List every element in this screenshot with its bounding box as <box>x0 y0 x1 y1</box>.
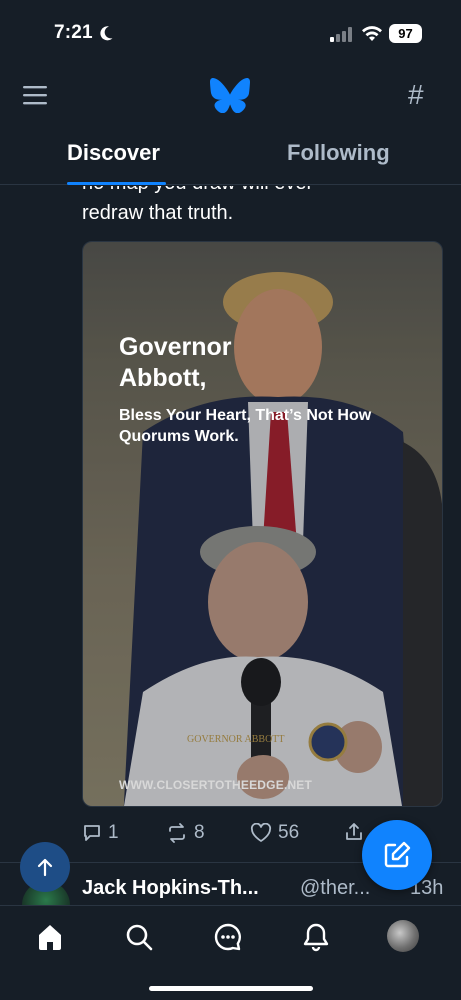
status-bar: 7:21 97 <box>0 0 461 66</box>
battery-indicator: 97 <box>389 24 422 43</box>
repost-count: 8 <box>194 822 205 843</box>
hash-icon[interactable]: # <box>408 80 424 110</box>
like-count: 56 <box>278 822 300 843</box>
active-tab-indicator <box>67 182 166 185</box>
post-text: no map you draw will ever redraw that tr… <box>0 186 461 246</box>
chat-icon <box>214 923 241 951</box>
post-text-line: redraw that truth. <box>82 202 234 224</box>
nav-notifications[interactable] <box>299 920 333 954</box>
moon-icon <box>100 26 113 41</box>
repost-button[interactable]: 8 <box>166 822 205 844</box>
butterfly-logo-icon[interactable] <box>210 78 250 113</box>
like-button[interactable]: 56 <box>250 822 299 844</box>
image-title: Governor Abbott, <box>119 333 232 392</box>
search-icon <box>126 924 153 951</box>
repost-icon <box>169 823 185 843</box>
scroll-to-top-button[interactable] <box>20 842 70 892</box>
hamburger-icon[interactable] <box>22 84 48 106</box>
image-overlay <box>83 242 442 806</box>
reply-icon <box>84 825 100 841</box>
tab-discover[interactable]: Discover <box>67 140 160 166</box>
image-url: WWW.CLOSERTOTHEEDGE.NET <box>119 778 313 792</box>
arrow-up-icon <box>37 858 53 877</box>
nav-search[interactable] <box>122 920 156 954</box>
share-icon <box>346 823 362 840</box>
profile-avatar[interactable] <box>387 920 419 952</box>
author-handle: @ther... <box>300 877 371 899</box>
wifi-icon <box>362 26 382 41</box>
heart-icon <box>250 823 272 842</box>
post-image[interactable]: GOVERNOR ABBOTT Governor Abbott, Bless Y… <box>82 241 443 807</box>
status-time: 7:21 <box>54 22 93 43</box>
image-subtitle: Bless Your Heart, That’s Not How Quorums… <box>119 407 372 445</box>
nav-chat[interactable] <box>211 920 245 954</box>
reply-count: 1 <box>108 822 119 843</box>
feed-tabs: Discover Following <box>0 130 461 185</box>
reply-button[interactable]: 1 <box>82 822 119 844</box>
share-button[interactable] <box>344 822 364 842</box>
signal-icon <box>330 27 352 42</box>
home-icon <box>39 925 61 950</box>
bell-icon <box>303 923 329 952</box>
author-name[interactable]: Jack Hopkins-Th... <box>82 877 259 900</box>
post-text-prev-line: no map you draw will ever <box>82 186 313 196</box>
home-indicator <box>149 986 313 991</box>
nav-home[interactable] <box>33 920 67 954</box>
tab-following[interactable]: Following <box>287 140 390 166</box>
compose-icon <box>384 841 411 868</box>
compose-button[interactable] <box>362 820 432 890</box>
